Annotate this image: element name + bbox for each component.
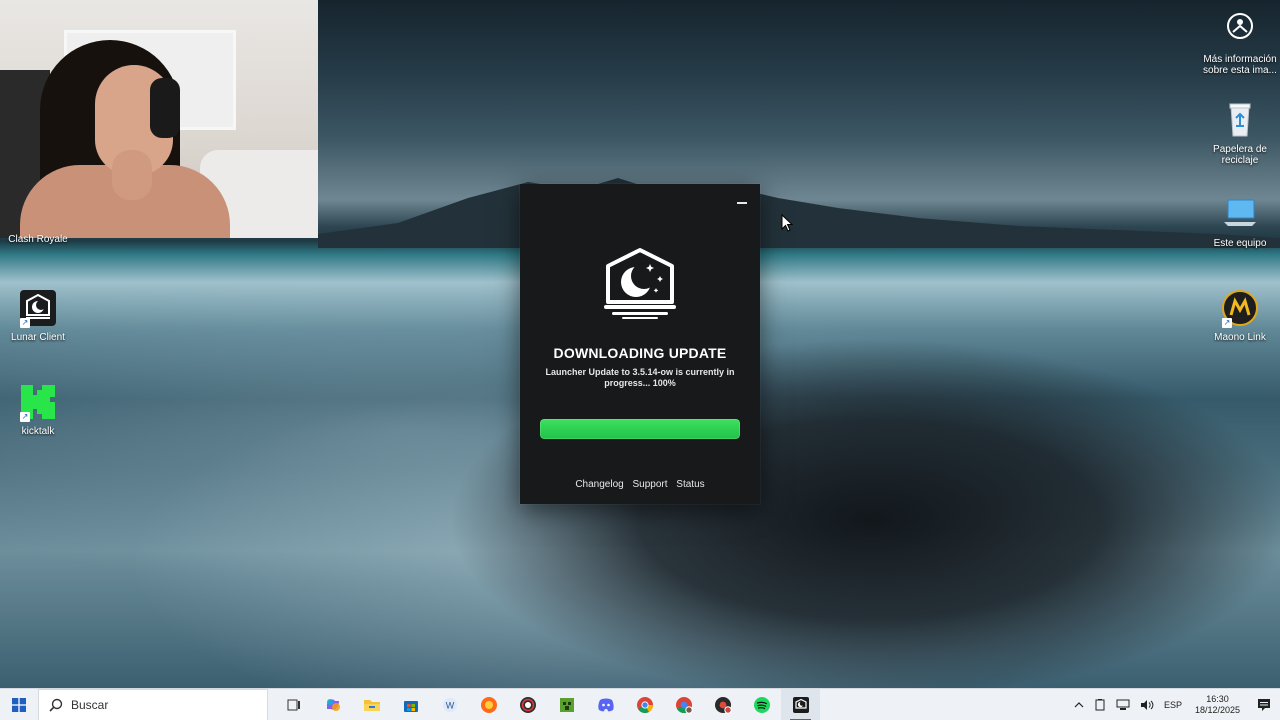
kicktalk-icon: ↗ (18, 382, 58, 422)
update-progress-fill (540, 419, 740, 439)
word-icon[interactable]: W (430, 689, 469, 720)
desktop-icon-label: Más información sobre esta ima... (1203, 54, 1277, 76)
task-view-icon[interactable] (274, 689, 313, 720)
desktop-icon-maono-link[interactable]: ↗ Maono Link (1202, 288, 1278, 343)
taskbar-clock[interactable]: 16:30 18/12/2025 (1187, 694, 1248, 716)
network-icon[interactable] (1111, 689, 1135, 720)
minimize-icon[interactable] (734, 194, 750, 210)
update-status-text: Launcher Update to 3.5.14-ow is currentl… (545, 367, 735, 388)
webcam-person-hand (112, 150, 152, 200)
this-pc-icon (1220, 194, 1260, 234)
desktop-icon-label: kicktalk (21, 426, 55, 437)
lunar-client-taskbar-icon[interactable] (781, 688, 820, 720)
update-progress-bar (540, 419, 740, 439)
obs-icon[interactable] (508, 689, 547, 720)
shortcut-arrow-icon: ↗ (20, 318, 30, 328)
support-link[interactable]: Support (632, 479, 667, 490)
spotify-icon[interactable] (742, 689, 781, 720)
chrome-profile-2-icon[interactable] (703, 689, 742, 720)
recycle-bin-icon (1220, 100, 1260, 140)
desktop-icon-info[interactable]: Más información sobre esta ima... (1202, 10, 1278, 76)
desktop-icon-this-pc[interactable]: Este equipo (1202, 194, 1278, 249)
copilot-icon[interactable] (313, 689, 352, 720)
file-explorer-icon[interactable] (352, 689, 391, 720)
search-icon (49, 698, 63, 712)
clock-time: 16:30 (1206, 693, 1229, 704)
desktop-icon-label: Maono Link (1214, 332, 1266, 343)
headphones (150, 78, 180, 138)
minecraft-icon[interactable] (547, 689, 586, 720)
shortcut-arrow-icon: ↗ (20, 412, 30, 422)
update-title: DOWNLOADING UPDATE (553, 345, 727, 361)
desktop-icon-recycle-bin[interactable]: Papelera de reciclaje (1202, 100, 1278, 166)
lunar-client-icon: ↗ (18, 288, 58, 328)
mouse-cursor-icon (781, 214, 793, 232)
chrome-icon[interactable] (625, 689, 664, 720)
taskbar-pinned-apps: W (274, 688, 820, 720)
chevron-up-icon[interactable] (1069, 689, 1089, 720)
battery-icon[interactable] (1089, 689, 1111, 720)
desktop-icon-label: Este equipo (1213, 238, 1267, 249)
desktop-icon-label: Papelera de reciclaje (1213, 144, 1267, 166)
lunar-launcher-window: DOWNLOADING UPDATE Launcher Update to 3.… (520, 184, 760, 504)
start-button[interactable] (0, 689, 38, 720)
taskbar-search-box[interactable]: Buscar (38, 688, 268, 720)
discord-icon[interactable] (586, 689, 625, 720)
desktop-icon-kicktalk[interactable]: ↗ kicktalk (0, 382, 76, 437)
status-link[interactable]: Status (676, 479, 704, 490)
desktop-icon-lunar-client[interactable]: ↗ Lunar Client (0, 288, 76, 343)
svg-text:W: W (445, 700, 454, 710)
brave-icon[interactable] (469, 689, 508, 720)
volume-icon[interactable] (1135, 689, 1159, 720)
search-placeholder: Buscar (71, 697, 109, 712)
webcam-overlay (0, 0, 318, 238)
desktop-icon-label: Lunar Client (11, 332, 65, 343)
desktop-icon-label: Clash Royale (8, 234, 68, 245)
chrome-profile-icon[interactable] (664, 689, 703, 720)
launcher-footer-links: Changelog Support Status (520, 479, 760, 490)
shortcut-arrow-icon: ↗ (1222, 318, 1232, 328)
taskbar: Buscar W ESP 16:30 18/12/2025 (0, 688, 1280, 720)
microsoft-store-icon[interactable] (391, 689, 430, 720)
language-indicator[interactable]: ESP (1159, 689, 1187, 720)
lunar-moon-house-icon (604, 248, 676, 319)
windows-logo-icon (12, 697, 26, 712)
desktop-icon-clash-royale[interactable]: Clash Royale (0, 234, 76, 245)
maono-link-icon: ↗ (1220, 288, 1260, 328)
clock-date: 18/12/2025 (1194, 704, 1240, 715)
system-tray: ESP 16:30 18/12/2025 (1069, 689, 1280, 720)
notification-center-icon[interactable] (1248, 689, 1280, 720)
wallpaper-mountains (318, 178, 1280, 248)
changelog-link[interactable]: Changelog (575, 479, 623, 490)
info-camera-icon (1220, 10, 1260, 50)
